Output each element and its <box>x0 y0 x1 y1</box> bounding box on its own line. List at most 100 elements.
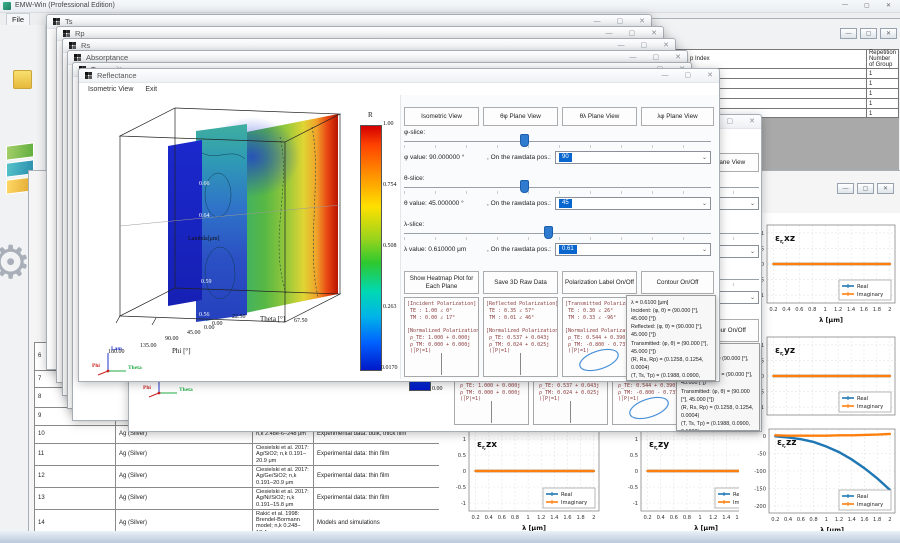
chevron-down-icon: ⌄ <box>702 246 707 253</box>
svg-text:λ [μm]: λ [μm] <box>819 316 843 324</box>
table-row[interactable]: 12Ag (Silver)Ciesielski et al. 2017: Ag/… <box>35 466 461 488</box>
app-title: EMW-Win (Professional Edition) <box>15 2 115 9</box>
theta-slice-slider[interactable] <box>404 187 711 188</box>
lambda-slice-slider[interactable] <box>404 233 711 234</box>
chart-zz: 0.20.40.60.811.21.41.61.820-50-100-150-2… <box>739 417 900 535</box>
svg-text:2: 2 <box>888 419 891 425</box>
lambda-pos-combobox[interactable]: 0.61⌄ <box>555 243 711 256</box>
document-icon[interactable] <box>13 70 32 89</box>
phi-slice-slider[interactable] <box>404 141 711 142</box>
theta-lambda-plane-view-button[interactable]: θλ Plane View <box>562 107 637 126</box>
svg-text:Imaginary: Imaginary <box>857 502 883 508</box>
svg-text:0.4: 0.4 <box>784 517 793 523</box>
triad-phi-label: Phi <box>92 363 100 369</box>
maximize-icon[interactable]: ▢ <box>685 69 692 82</box>
svg-text:εr,xz: εr,xz <box>775 234 795 245</box>
svg-text:1.8: 1.8 <box>576 515 584 521</box>
minimize-icon[interactable]: — <box>840 28 857 39</box>
polarization-label-toggle-button[interactable]: Polarization Label On/Off <box>562 271 637 294</box>
svg-text:2: 2 <box>888 517 891 523</box>
svg-text:0.6: 0.6 <box>498 515 506 521</box>
svg-text:1: 1 <box>824 307 827 313</box>
lambda-phi-plane-view-button[interactable]: λφ Plane View <box>641 107 714 126</box>
isometric-view-button[interactable]: Isometric View <box>404 107 479 126</box>
svg-text:1.6: 1.6 <box>860 419 868 425</box>
lambda-tick: 0.56 <box>199 312 210 318</box>
phi-slider-thumb[interactable] <box>520 134 529 147</box>
svg-text:1.6: 1.6 <box>735 515 743 521</box>
theta-pos-label: , On the rawdata pos.: <box>487 200 551 207</box>
lambda-value-text: λ value: 0.610000 μm <box>404 246 466 253</box>
contour-toggle-button[interactable]: Contour On/Off <box>641 271 714 294</box>
close-icon[interactable]: ✕ <box>707 69 713 82</box>
window-title: Rp <box>75 29 590 38</box>
close-icon[interactable]: ✕ <box>877 183 894 194</box>
triad-lam-label: Lam <box>111 346 122 352</box>
svg-text:Real: Real <box>857 494 868 500</box>
svg-text:0.2: 0.2 <box>769 419 777 425</box>
theta-tick: 67.50 <box>294 318 308 324</box>
theta-slider-thumb[interactable] <box>520 180 529 193</box>
save-3d-raw-data-button[interactable]: Save 3D Raw Data <box>483 271 558 294</box>
phi-tick: 90.00 <box>165 336 179 342</box>
svg-text:1.4: 1.4 <box>550 515 559 521</box>
svg-text:Imaginary: Imaginary <box>857 404 883 410</box>
svg-text:0.6: 0.6 <box>797 517 805 523</box>
minimize-icon[interactable]: — <box>662 69 669 82</box>
colorbar-tick: 1.00 <box>383 121 394 127</box>
colorbar-tick: 0.00 <box>432 386 443 392</box>
table-row[interactable]: 11Ag (Silver)Ciesielski et al. 2017: Ag/… <box>35 444 461 466</box>
svg-text:1.6: 1.6 <box>563 515 571 521</box>
svg-text:0.4: 0.4 <box>782 419 791 425</box>
close-icon[interactable]: ✕ <box>886 2 891 9</box>
maximize-icon[interactable]: ▢ <box>864 2 870 9</box>
minimize-icon[interactable]: — <box>842 2 848 8</box>
theta-tick: 0.00 <box>212 321 223 327</box>
svg-text:1.8: 1.8 <box>748 515 756 521</box>
window-title: Ts <box>65 17 578 26</box>
phi-pos-combobox[interactable]: 90⌄ <box>555 151 711 164</box>
svg-text:-0.5: -0.5 <box>628 485 638 491</box>
theta-phi-plane-view-button[interactable]: θφ Plane View <box>483 107 558 126</box>
theta-pos-combobox[interactable]: 45⌄ <box>555 197 711 210</box>
table-row[interactable]: 13Ag (Silver)Ciesielski et al. 2017: Ag/… <box>35 488 461 510</box>
window-title: Absorptance <box>86 53 614 62</box>
svg-text:1.8: 1.8 <box>873 517 881 523</box>
colorbar-tick: 0.754 <box>383 182 397 188</box>
svg-text:Real: Real <box>733 492 744 498</box>
lambda-slider-thumb[interactable] <box>544 226 553 239</box>
info-panel: λ = 0.6100 [μm] Incident: (φ, θ) = (90.0… <box>626 295 716 381</box>
window-icon <box>74 54 81 61</box>
reflectance-window[interactable]: Reflectance—▢✕ Isometric ViewExit <box>78 68 720 382</box>
window-title: Rs <box>81 41 602 50</box>
theta-tick: 22.50 <box>232 314 246 320</box>
minimize-icon[interactable]: — <box>837 183 854 194</box>
svg-text:1.2: 1.2 <box>834 419 842 425</box>
phi-value-text: φ value: 90.000000 ° <box>404 154 464 161</box>
svg-text:0.6: 0.6 <box>670 515 678 521</box>
svg-text:1.4: 1.4 <box>847 307 856 313</box>
maximize-icon[interactable]: ▢ <box>857 183 874 194</box>
svg-text:0.2: 0.2 <box>471 515 479 521</box>
maximize-icon[interactable]: ▢ <box>727 115 734 128</box>
svg-text:1.2: 1.2 <box>537 515 545 521</box>
main-titlebar: EMW-Win (Professional Edition) — ▢ ✕ <box>0 0 900 13</box>
svg-text:1: 1 <box>635 437 638 443</box>
window-title: Reflectance <box>97 71 646 80</box>
phi-axis-label: Phi [°] <box>172 347 191 355</box>
lambda-tick: 0.64 <box>199 213 210 219</box>
maximize-icon[interactable]: ▢ <box>860 28 877 39</box>
phi-slice-label: φ-slice: <box>404 129 425 136</box>
close-icon[interactable]: ✕ <box>749 115 755 128</box>
svg-text:0.6: 0.6 <box>795 307 803 313</box>
svg-text:0: 0 <box>763 434 766 440</box>
colorbar-tick: 0.508 <box>383 243 397 249</box>
close-icon[interactable]: ✕ <box>880 28 897 39</box>
theta-axis-label: Theta [°] <box>260 315 285 323</box>
lambda-tick: 0.66 <box>199 181 210 187</box>
show-heatmap-button[interactable]: Show Heatmap Plot for Each Plane <box>404 271 479 294</box>
colorbar-tick: 0.0170 <box>381 365 398 371</box>
svg-text:0.8: 0.8 <box>808 307 816 313</box>
chart-zx: 0.20.40.60.811.21.41.61.8210.50-0.5-1εr,… <box>439 419 613 533</box>
svg-text:1.4: 1.4 <box>848 517 857 523</box>
